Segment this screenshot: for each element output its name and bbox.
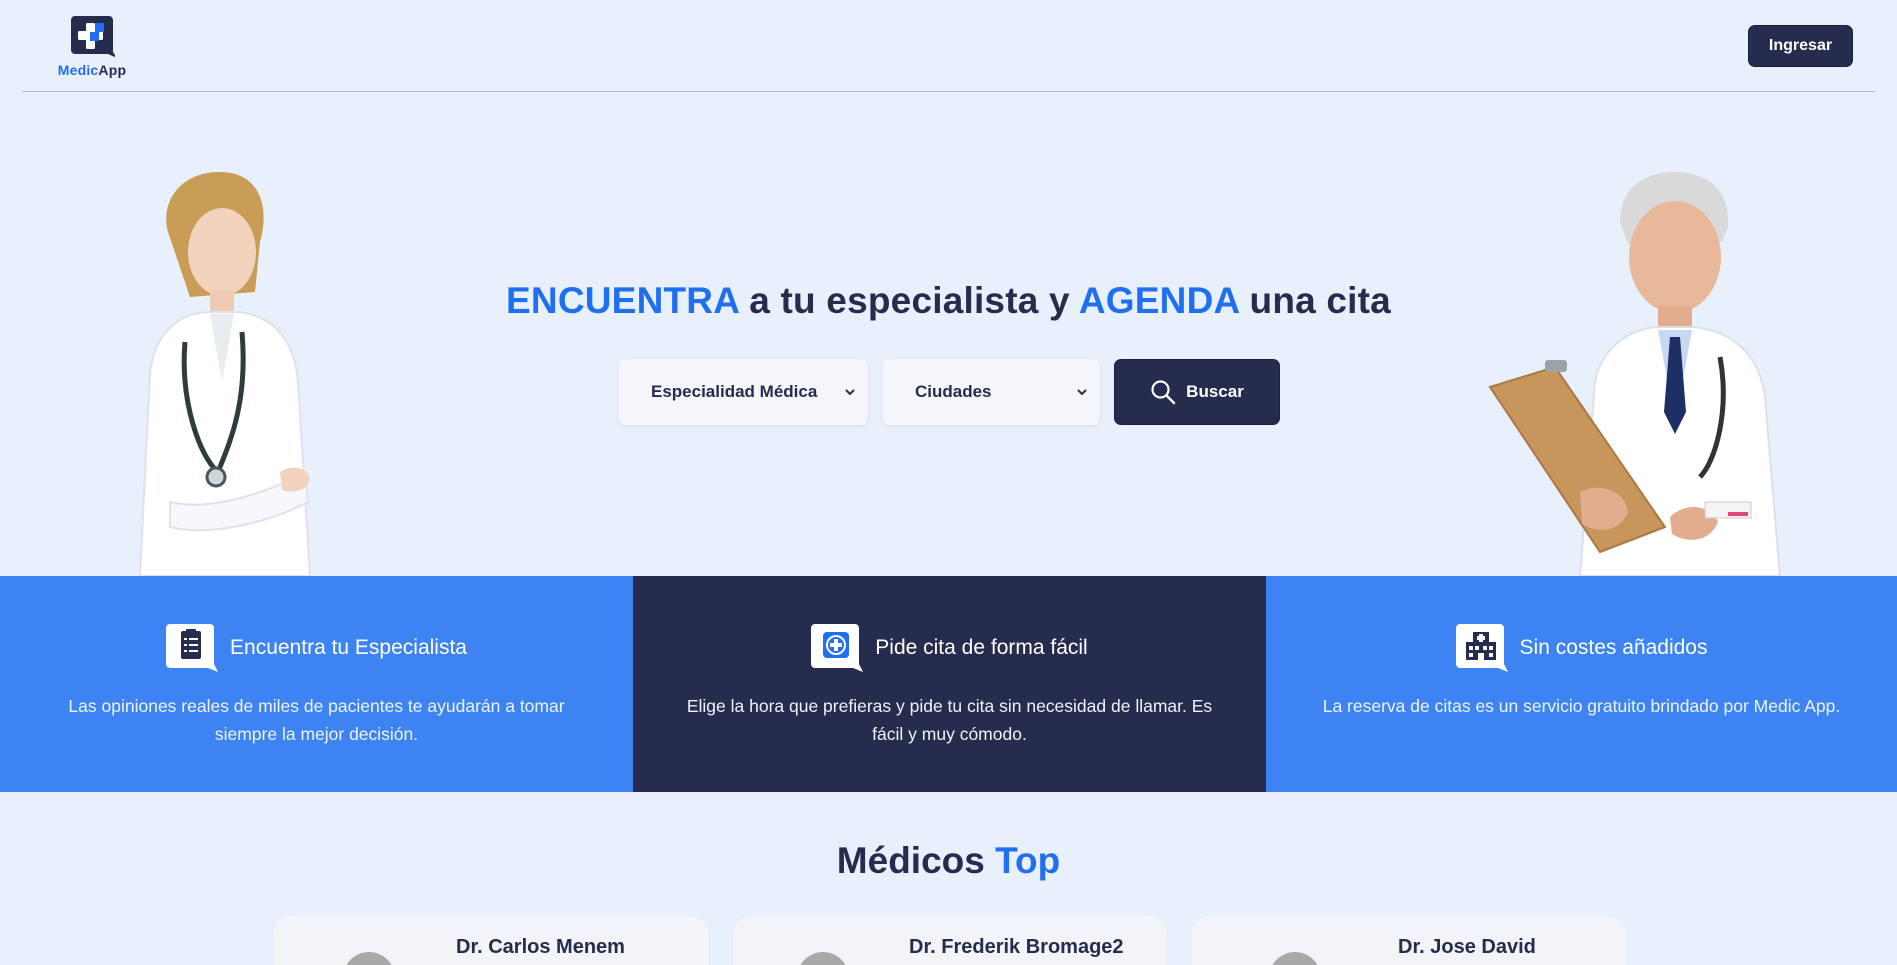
- feature-title: Pide cita de forma fácil: [875, 636, 1088, 659]
- search-icon: [1151, 380, 1176, 405]
- chevron-down-icon: [845, 389, 855, 396]
- feature-header: Encuentra tu Especialista: [0, 622, 633, 674]
- feature-find-specialist: Encuentra tu Especialista Las opiniones …: [0, 576, 633, 792]
- medical-cross-chat-icon: [811, 624, 864, 672]
- feature-header: Pide cita de forma fácil: [633, 622, 1266, 674]
- feature-title: Sin costes añadidos: [1519, 636, 1708, 659]
- search-button-label: Buscar: [1186, 382, 1244, 401]
- feature-description: Las opiniones reales de miles de pacient…: [68, 696, 565, 744]
- chevron-down-icon: [1077, 389, 1087, 396]
- specialty-select-value: Especialidad Médica: [651, 382, 818, 401]
- clipboard-icon: [166, 624, 219, 672]
- hero-section: ENCUENTRA a tu especialista y AGENDA una…: [0, 92, 1897, 576]
- feature-header: Sin costes añadidos: [1266, 622, 1897, 674]
- doctor-card[interactable]: Dr. Frederik Bromage2: [733, 916, 1167, 965]
- medicapp-logo[interactable]: MedicApp: [44, 14, 140, 78]
- top-doctors-title: Médicos Top: [836, 840, 1061, 881]
- specialty-select[interactable]: Especialidad Médica: [619, 359, 868, 425]
- doctor-name: Dr. Jose David: [1398, 936, 1536, 958]
- doctor-name: Dr. Frederik Bromage2: [909, 936, 1124, 958]
- doctor-card[interactable]: Dr. Jose David: [1191, 916, 1626, 965]
- hero-title: ENCUENTRA a tu especialista y AGENDA una…: [506, 280, 1391, 321]
- features-band: Encuentra tu Especialista Las opiniones …: [0, 576, 1897, 792]
- avatar: [343, 952, 395, 965]
- hospital-icon: [1455, 624, 1508, 672]
- city-select[interactable]: Ciudades: [883, 359, 1100, 425]
- feature-easy-appointment: Pide cita de forma fácil Elige la hora q…: [633, 576, 1266, 792]
- male-doctor-image: [1488, 172, 1782, 576]
- medic-cross-logo-icon: [71, 16, 115, 58]
- doctor-name: Dr. Carlos Menem: [456, 936, 625, 958]
- login-button[interactable]: Ingresar: [1748, 25, 1853, 67]
- search-button[interactable]: Buscar: [1114, 359, 1280, 425]
- logo-text: MedicApp: [57, 62, 127, 78]
- female-doctor-image: [138, 172, 312, 576]
- city-select-value: Ciudades: [915, 382, 992, 401]
- avatar: [797, 952, 849, 965]
- top-navbar: MedicApp Ingresar: [22, 0, 1875, 92]
- doctor-card[interactable]: Dr. Carlos Menem: [273, 916, 709, 965]
- feature-no-costs: Sin costes añadidos La reserva de citas …: [1266, 576, 1897, 792]
- feature-description: La reserva de citas es un servicio gratu…: [1322, 696, 1841, 716]
- avatar: [1269, 952, 1321, 965]
- feature-title: Encuentra tu Especialista: [230, 636, 467, 659]
- feature-description: Elige la hora que prefieras y pide tu ci…: [686, 696, 1213, 744]
